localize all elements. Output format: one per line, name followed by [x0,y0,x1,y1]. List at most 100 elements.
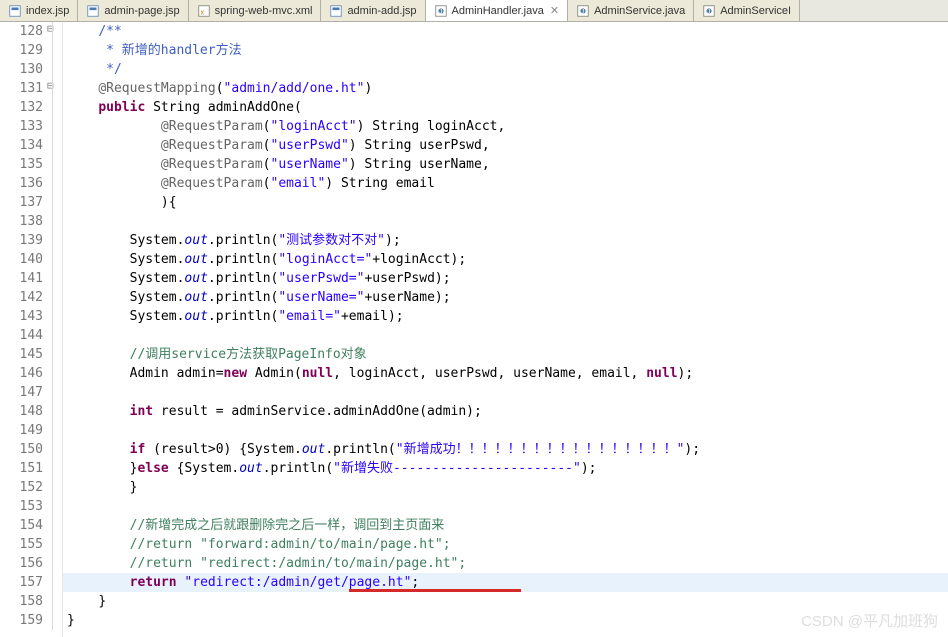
fold-marker[interactable] [45,421,62,440]
fold-marker[interactable] [45,193,62,212]
fold-marker[interactable] [45,345,62,364]
code-line[interactable]: } [63,592,948,611]
code-line[interactable]: ){ [63,193,948,212]
code-line[interactable]: Admin admin=new Admin(null, loginAcct, u… [63,364,948,383]
fold-marker[interactable] [45,478,62,497]
line-number: 155 [0,535,45,554]
code-line[interactable]: System.out.println("测试参数对不对"); [63,231,948,250]
tab-AdminServiceI[interactable]: JAdminServiceI [694,0,800,21]
code-line[interactable]: System.out.println("userName="+userName)… [63,288,948,307]
line-number: 128 [0,22,45,41]
line-number: 158 [0,592,45,611]
tab-admin-page-jsp[interactable]: admin-page.jsp [78,0,188,21]
line-number: 151 [0,459,45,478]
code-line[interactable]: //return "forward:admin/to/main/page.ht"… [63,535,948,554]
code-line[interactable] [63,421,948,440]
close-icon[interactable]: ✕ [550,4,559,17]
fold-marker[interactable] [45,117,62,136]
code-line[interactable]: //return "redirect:/admin/to/main/page.h… [63,554,948,573]
line-number: 131 [0,79,45,98]
line-number: 139 [0,231,45,250]
code-line[interactable] [63,497,948,516]
line-number: 146 [0,364,45,383]
editor: 1281291301311321331341351361371381391401… [0,22,948,637]
code-line[interactable]: int result = adminService.adminAddOne(ad… [63,402,948,421]
line-number: 148 [0,402,45,421]
code-line[interactable]: @RequestMapping("admin/add/one.ht") [63,79,948,98]
fold-gutter [45,22,63,637]
fold-marker[interactable] [45,269,62,288]
line-number: 150 [0,440,45,459]
code-line[interactable]: //新增完成之后就跟删除完之后一样，调回到主页面来 [63,516,948,535]
line-number: 156 [0,554,45,573]
tab-index-jsp[interactable]: index.jsp [0,0,78,21]
code-line[interactable]: @RequestParam("email") String email [63,174,948,193]
code-line[interactable]: } [63,611,948,630]
fold-marker[interactable] [45,41,62,60]
fold-marker[interactable] [45,136,62,155]
fold-marker[interactable] [45,592,62,611]
fold-marker[interactable] [45,554,62,573]
code-line[interactable]: */ [63,60,948,79]
fold-marker[interactable] [45,155,62,174]
fold-marker[interactable] [45,516,62,535]
line-number: 159 [0,611,45,630]
code-line[interactable]: @RequestParam("userName") String userNam… [63,155,948,174]
fold-marker[interactable] [45,307,62,326]
code-area[interactable]: /** * 新增的handler方法 */ @RequestMapping("a… [63,22,948,637]
tab-label: admin-add.jsp [347,5,416,17]
fold-marker[interactable] [45,611,62,630]
fold-marker[interactable] [45,288,62,307]
line-number: 140 [0,250,45,269]
code-line[interactable] [63,326,948,345]
line-number: 144 [0,326,45,345]
code-line[interactable]: public String adminAddOne( [63,98,948,117]
fold-marker[interactable] [45,402,62,421]
fold-marker[interactable] [45,250,62,269]
fold-marker[interactable] [45,98,62,117]
code-line[interactable]: @RequestParam("loginAcct") String loginA… [63,117,948,136]
svg-text:J: J [581,8,584,15]
fold-marker[interactable] [45,459,62,478]
fold-marker[interactable] [45,326,62,345]
code-line[interactable]: if (result>0) {System.out.println("新增成功！… [63,440,948,459]
line-number: 141 [0,269,45,288]
code-line[interactable]: @RequestParam("userPswd") String userPsw… [63,136,948,155]
code-line[interactable]: //调用service方法获取PageInfo对象 [63,345,948,364]
tab-label: AdminHandler.java [452,5,544,17]
fold-marker[interactable] [45,535,62,554]
line-number: 136 [0,174,45,193]
fold-marker[interactable] [45,497,62,516]
fold-marker[interactable] [45,573,62,592]
line-number: 147 [0,383,45,402]
svg-text:J: J [707,8,710,15]
tab-AdminHandler-java[interactable]: JAdminHandler.java✕ [426,0,569,21]
tab-label: spring-web-mvc.xml [215,5,313,17]
code-line[interactable]: System.out.println("email="+email); [63,307,948,326]
tab-admin-add-jsp[interactable]: admin-add.jsp [321,0,425,21]
code-line[interactable]: } [63,478,948,497]
code-line[interactable]: System.out.println("loginAcct="+loginAcc… [63,250,948,269]
code-line[interactable]: System.out.println("userPswd="+userPswd)… [63,269,948,288]
fold-marker[interactable] [45,22,62,41]
fold-marker[interactable] [45,440,62,459]
svg-text:x: x [200,9,204,16]
fold-marker[interactable] [45,174,62,193]
fold-marker[interactable] [45,383,62,402]
fold-marker[interactable] [45,231,62,250]
fold-marker[interactable] [45,60,62,79]
tab-spring-web-mvc-xml[interactable]: x spring-web-mvc.xml [189,0,322,21]
line-number: 134 [0,136,45,155]
code-line[interactable]: }else {System.out.println("新增失败---------… [63,459,948,478]
code-line[interactable]: * 新增的handler方法 [63,41,948,60]
code-line[interactable] [63,383,948,402]
tab-AdminService-java[interactable]: JAdminService.java [568,0,694,21]
tab-label: admin-page.jsp [104,5,179,17]
fold-marker[interactable] [45,364,62,383]
fold-marker[interactable] [45,79,62,98]
fold-marker[interactable] [45,212,62,231]
code-line[interactable] [63,212,948,231]
code-line[interactable]: /** [63,22,948,41]
line-number: 132 [0,98,45,117]
error-underline [349,589,521,592]
